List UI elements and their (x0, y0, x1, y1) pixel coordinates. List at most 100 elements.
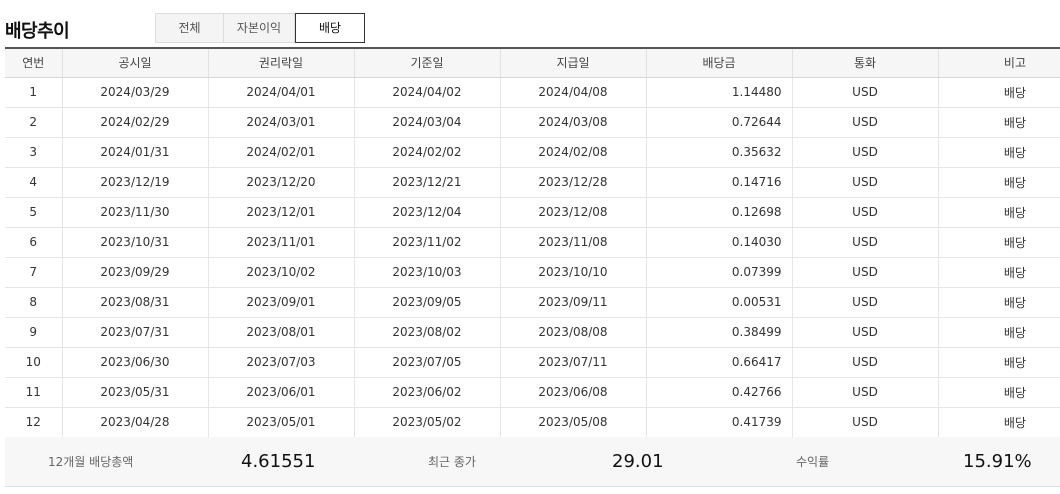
view-tabs: 전체 자본이익 배당 (155, 13, 365, 43)
cell-currency: USD (791, 407, 938, 438)
table-row: 3 2024/01/31 2024/02/01 2024/02/02 2024/02/0… (5, 137, 1060, 168)
cell-no: 6 (5, 227, 62, 258)
cell-announce-date: 2024/03/29 (61, 77, 208, 108)
cell-currency: USD (791, 77, 938, 108)
cell-record-date: 2023/08/02 (353, 317, 500, 348)
cell-currency: USD (791, 197, 938, 228)
table-row: 2 2024/02/29 2024/03/01 2024/03/04 2024/03/0… (5, 107, 1060, 138)
cell-currency: USD (791, 167, 938, 198)
table-row: 9 2023/07/31 2023/08/01 2023/08/02 2023/08/0… (5, 317, 1060, 348)
cell-pay-date: 2023/10/10 (499, 257, 646, 288)
cell-announce-date: 2023/06/30 (61, 347, 208, 378)
cell-dividend: 0.41739 (645, 407, 792, 438)
cell-ex-date: 2023/05/01 (207, 407, 354, 438)
table-row: 11 2023/05/31 2023/06/01 2023/06/02 2023/06/… (5, 377, 1060, 408)
cell-no: 4 (5, 167, 62, 198)
cell-dividend: 0.07399 (645, 257, 792, 288)
cell-note: 배당 (937, 167, 1060, 198)
recent-close-label: 최근 종가 (428, 455, 476, 469)
cell-record-date: 2024/04/02 (353, 77, 500, 108)
cell-record-date: 2023/05/02 (353, 407, 500, 438)
col-header-currency: 통화 (791, 48, 938, 78)
col-header-note: 비고 (937, 48, 1060, 78)
table-row: 4 2023/12/19 2023/12/20 2023/12/21 2023/12/2… (5, 167, 1060, 198)
col-header-pay-date: 지급일 (499, 48, 646, 78)
cell-dividend: 0.35632 (645, 137, 792, 168)
cell-dividend: 0.42766 (645, 377, 792, 408)
cell-ex-date: 2023/11/01 (207, 227, 354, 258)
cell-no: 11 (5, 377, 62, 408)
cell-ex-date: 2023/09/01 (207, 287, 354, 318)
annual-dividend-value: 4.61551 (241, 451, 316, 472)
cell-ex-date: 2023/06/01 (207, 377, 354, 408)
cell-record-date: 2023/10/03 (353, 257, 500, 288)
cell-no: 9 (5, 317, 62, 348)
cell-no: 3 (5, 137, 62, 168)
cell-note: 배당 (937, 377, 1060, 408)
cell-ex-date: 2023/12/01 (207, 197, 354, 228)
cell-record-date: 2023/07/05 (353, 347, 500, 378)
cell-no: 8 (5, 287, 62, 318)
cell-ex-date: 2024/04/01 (207, 77, 354, 108)
cell-note: 배당 (937, 257, 1060, 288)
cell-currency: USD (791, 227, 938, 258)
cell-pay-date: 2023/08/08 (499, 317, 646, 348)
table-body: 1 2024/03/29 2024/04/01 2024/04/02 2024/04/0… (5, 77, 1060, 438)
cell-currency: USD (791, 287, 938, 318)
cell-currency: USD (791, 347, 938, 378)
cell-pay-date: 2023/12/28 (499, 167, 646, 198)
cell-pay-date: 2023/12/08 (499, 197, 646, 228)
cell-pay-date: 2023/06/08 (499, 377, 646, 408)
dividend-summary: 12개월 배당총액 4.61551 최근 종가 29.01 수익률 15.91% (5, 437, 1060, 487)
cell-note: 배당 (937, 317, 1060, 348)
cell-record-date: 2023/09/05 (353, 287, 500, 318)
cell-no: 5 (5, 197, 62, 228)
tab-dividend[interactable]: 배당 (295, 13, 365, 43)
page-title: 배당추이 (5, 21, 70, 42)
tab-capital-gain[interactable]: 자본이익 (224, 13, 295, 43)
col-header-record-date: 기준일 (353, 48, 500, 78)
col-header-no: 연번 (5, 48, 62, 78)
cell-announce-date: 2023/12/19 (61, 167, 208, 198)
cell-pay-date: 2023/07/11 (499, 347, 646, 378)
cell-announce-date: 2023/09/29 (61, 257, 208, 288)
tab-all[interactable]: 전체 (155, 13, 224, 43)
cell-no: 10 (5, 347, 62, 378)
cell-ex-date: 2024/02/01 (207, 137, 354, 168)
cell-dividend: 0.00531 (645, 287, 792, 318)
cell-pay-date: 2023/09/11 (499, 287, 646, 318)
annual-dividend-label: 12개월 배당총액 (48, 455, 134, 469)
cell-pay-date: 2024/02/08 (499, 137, 646, 168)
col-header-ex-date: 권리락일 (207, 48, 354, 78)
cell-pay-date: 2024/03/08 (499, 107, 646, 138)
cell-note: 배당 (937, 287, 1060, 318)
cell-note: 배당 (937, 407, 1060, 438)
cell-announce-date: 2024/02/29 (61, 107, 208, 138)
cell-dividend: 1.14480 (645, 77, 792, 108)
cell-record-date: 2023/06/02 (353, 377, 500, 408)
recent-close-value: 29.01 (612, 451, 664, 472)
cell-note: 배당 (937, 107, 1060, 138)
table-row: 10 2023/06/30 2023/07/03 2023/07/05 2023/07/… (5, 347, 1060, 378)
cell-note: 배당 (937, 197, 1060, 228)
cell-dividend: 0.72644 (645, 107, 792, 138)
table-row: 6 2023/10/31 2023/11/01 2023/11/02 2023/11/0… (5, 227, 1060, 258)
cell-ex-date: 2023/08/01 (207, 317, 354, 348)
cell-pay-date: 2023/11/08 (499, 227, 646, 258)
cell-record-date: 2024/02/02 (353, 137, 500, 168)
cell-announce-date: 2023/11/30 (61, 197, 208, 228)
table-row: 1 2024/03/29 2024/04/01 2024/04/02 2024/04/0… (5, 77, 1060, 108)
table-header-row: 연번 공시일 권리락일 기준일 지급일 배당금 통화 비고 (5, 48, 1060, 78)
cell-announce-date: 2023/10/31 (61, 227, 208, 258)
cell-announce-date: 2023/07/31 (61, 317, 208, 348)
cell-announce-date: 2023/08/31 (61, 287, 208, 318)
cell-ex-date: 2024/03/01 (207, 107, 354, 138)
cell-ex-date: 2023/07/03 (207, 347, 354, 378)
cell-dividend: 0.38499 (645, 317, 792, 348)
cell-currency: USD (791, 107, 938, 138)
cell-no: 7 (5, 257, 62, 288)
cell-pay-date: 2023/05/08 (499, 407, 646, 438)
cell-dividend: 0.12698 (645, 197, 792, 228)
cell-note: 배당 (937, 77, 1060, 108)
cell-dividend: 0.66417 (645, 347, 792, 378)
